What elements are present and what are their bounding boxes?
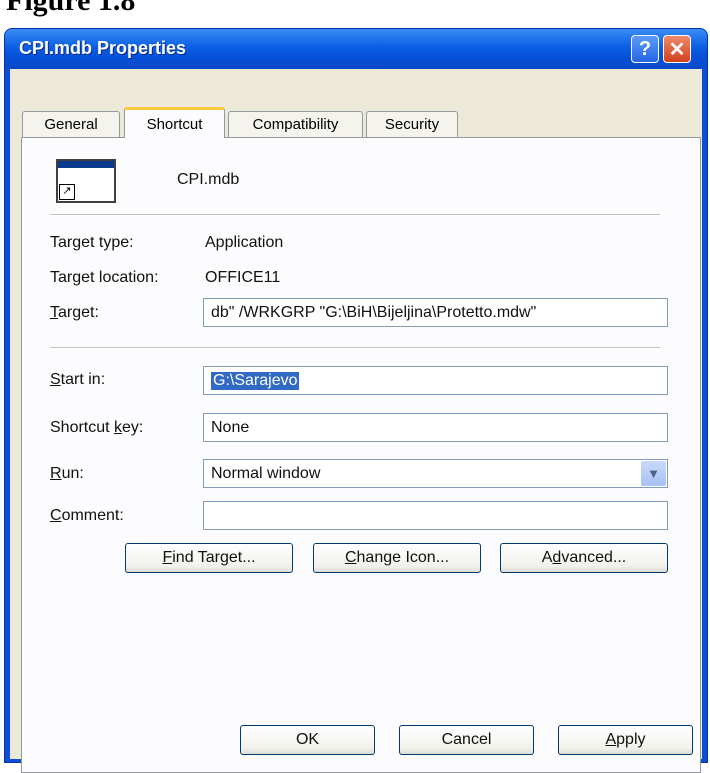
ok-button[interactable]: OK <box>240 725 375 755</box>
file-name: CPI.mdb <box>177 171 240 188</box>
change-icon-button[interactable]: Change Icon... <box>313 543 481 573</box>
cancel-button[interactable]: Cancel <box>399 725 534 755</box>
close-icon: ✕ <box>668 38 686 61</box>
find-target-button[interactable]: Find Target... <box>125 543 293 573</box>
apply-button[interactable]: Apply <box>558 725 693 755</box>
target-label: Target: <box>50 304 99 321</box>
target-type-label: Target type: <box>50 234 134 251</box>
properties-dialog: CPI.mdb Properties ? ✕ General Shortcut … <box>4 28 708 773</box>
figure-caption: Figure 1.8 <box>6 0 136 17</box>
shortcut-file-icon: ↗ <box>56 159 116 203</box>
start-in-value: G:\Sarajevo <box>211 371 300 390</box>
title-bar[interactable]: CPI.mdb Properties ? ✕ <box>5 29 707 69</box>
window-title: CPI.mdb Properties <box>19 38 187 58</box>
target-location-label: Target location: <box>50 269 159 286</box>
divider <box>50 214 660 216</box>
start-in-input[interactable]: G:\Sarajevo <box>203 366 668 395</box>
close-button[interactable]: ✕ <box>663 35 691 63</box>
target-type-value: Application <box>205 234 284 251</box>
advanced-button[interactable]: Ad vanced... <box>500 543 668 573</box>
chevron-down-icon[interactable]: ▼ <box>641 461 666 486</box>
run-select[interactable]: Normal window ▼ <box>203 459 668 488</box>
start-in-label: Start in: <box>50 371 106 388</box>
comment-label: Comment: <box>50 507 124 524</box>
tab-general[interactable]: General <box>22 111 120 137</box>
tab-security[interactable]: Security <box>366 111 458 137</box>
target-location-value: OFFICE11 <box>205 269 281 286</box>
target-input[interactable]: db" /WRKGRP "G:\BiH\Bijeljina\Protetto.m… <box>203 298 668 327</box>
help-button[interactable]: ? <box>631 35 659 63</box>
shortcut-tab-panel <box>21 137 701 773</box>
run-value: Normal window <box>211 464 321 482</box>
run-label: Run: <box>50 465 84 482</box>
shortcut-arrow-icon: ↗ <box>59 184 75 200</box>
shortcut-key-label: Shortcut key: <box>50 419 144 436</box>
divider <box>50 347 660 349</box>
help-icon: ? <box>638 37 652 60</box>
tab-shortcut[interactable]: Shortcut <box>124 107 225 138</box>
tab-compatibility[interactable]: Compatibility <box>228 111 363 137</box>
comment-input[interactable] <box>203 501 668 530</box>
shortcut-key-input[interactable]: None <box>203 413 668 442</box>
